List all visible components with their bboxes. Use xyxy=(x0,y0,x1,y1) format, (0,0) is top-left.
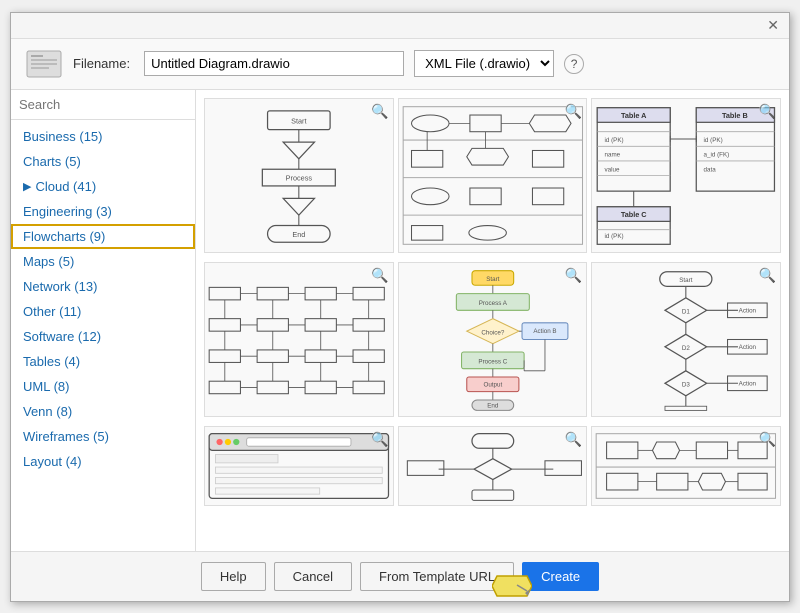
svg-text:value: value xyxy=(605,166,620,173)
sidebar-item-software[interactable]: Software (12) xyxy=(11,324,195,349)
magnify-icon-2: 🔍 xyxy=(565,103,582,120)
magnify-icon-7: 🔍 xyxy=(371,431,388,448)
sidebar-item-layout[interactable]: Layout (4) xyxy=(11,449,195,474)
svg-text:Process A: Process A xyxy=(478,300,507,307)
create-button[interactable]: Create xyxy=(522,562,599,591)
sidebar-item-business[interactable]: Business (15) xyxy=(11,124,195,149)
template-thumb-5[interactable]: 🔍 Start Process A Choice? xyxy=(398,262,588,417)
filename-label: Filename: xyxy=(73,56,130,71)
template-thumb-9[interactable]: 🔍 xyxy=(591,426,781,506)
body: 🔍 Business (15) Charts (5) ▶ Cloud (41) … xyxy=(11,90,789,551)
svg-text:D1: D1 xyxy=(682,308,691,315)
magnify-icon-5: 🔍 xyxy=(565,267,582,284)
svg-text:Choice?: Choice? xyxy=(481,329,504,336)
sidebar-item-cloud[interactable]: ▶ Cloud (41) xyxy=(11,174,195,199)
svg-text:id (PK): id (PK) xyxy=(704,137,723,144)
header: Filename: XML File (.drawio) ? xyxy=(11,39,789,90)
help-icon-button[interactable]: ? xyxy=(564,54,584,74)
template-thumb-8[interactable]: 🔍 xyxy=(398,426,588,506)
template-thumb-2[interactable]: 🔍 xyxy=(398,98,588,253)
template-grid: 🔍 Start Process End 🔍 xyxy=(196,90,789,551)
search-input[interactable] xyxy=(19,97,195,112)
help-button[interactable]: Help xyxy=(201,562,266,591)
svg-text:Process C: Process C xyxy=(478,358,507,365)
sidebar-item-maps[interactable]: Maps (5) xyxy=(11,249,195,274)
magnify-icon-9: 🔍 xyxy=(759,431,776,448)
magnify-icon-3: 🔍 xyxy=(759,103,776,120)
dialog: ✕ Filename: XML File (.drawio) ? 🔍 Busin… xyxy=(10,12,790,602)
svg-text:id (PK): id (PK) xyxy=(605,137,624,144)
svg-text:End: End xyxy=(487,402,499,409)
svg-text:Output: Output xyxy=(483,381,502,388)
sidebar-item-engineering[interactable]: Engineering (3) xyxy=(11,199,195,224)
filename-input[interactable] xyxy=(144,51,404,76)
close-button[interactable]: ✕ xyxy=(763,17,783,34)
svg-text:Process: Process xyxy=(286,173,313,182)
template-thumb-7[interactable]: 🔍 xyxy=(204,426,394,506)
svg-text:Start: Start xyxy=(291,116,306,125)
sidebar: 🔍 Business (15) Charts (5) ▶ Cloud (41) … xyxy=(11,90,196,551)
magnify-icon-1: 🔍 xyxy=(371,103,388,120)
magnify-icon-6: 🔍 xyxy=(759,267,776,284)
magnify-icon-8: 🔍 xyxy=(565,431,582,448)
svg-text:D2: D2 xyxy=(682,344,691,351)
sidebar-item-other[interactable]: Other (11) xyxy=(11,299,195,324)
magnify-icon-4: 🔍 xyxy=(371,267,388,284)
create-button-hint: Create xyxy=(522,562,599,591)
cloud-arrow-icon: ▶ xyxy=(23,180,31,193)
footer: Help Cancel From Template URL Create xyxy=(11,551,789,601)
svg-text:D3: D3 xyxy=(682,381,691,388)
svg-text:Action: Action xyxy=(739,307,757,314)
sidebar-item-wireframes[interactable]: Wireframes (5) xyxy=(11,424,195,449)
template-thumb-6[interactable]: 🔍 Start D1 Action D2 xyxy=(591,262,781,417)
svg-text:Table A: Table A xyxy=(621,111,647,120)
svg-text:a_id (FK): a_id (FK) xyxy=(704,151,730,158)
search-box: 🔍 xyxy=(11,90,195,120)
cancel-button[interactable]: Cancel xyxy=(274,562,352,591)
svg-text:Action B: Action B xyxy=(533,328,556,335)
category-list: Business (15) Charts (5) ▶ Cloud (41) En… xyxy=(11,120,195,478)
svg-text:End: End xyxy=(292,230,305,239)
svg-text:data: data xyxy=(704,166,717,173)
sidebar-item-network[interactable]: Network (13) xyxy=(11,274,195,299)
file-icon xyxy=(25,49,63,79)
format-select[interactable]: XML File (.drawio) xyxy=(414,50,554,77)
sidebar-item-uml[interactable]: UML (8) xyxy=(11,374,195,399)
sidebar-item-charts[interactable]: Charts (5) xyxy=(11,149,195,174)
sidebar-item-flowcharts[interactable]: Flowcharts (9) xyxy=(11,224,195,249)
title-bar: ✕ xyxy=(11,13,789,39)
svg-text:Action: Action xyxy=(739,380,757,387)
svg-text:Table B: Table B xyxy=(722,111,748,120)
sidebar-item-tables[interactable]: Tables (4) xyxy=(11,349,195,374)
svg-text:name: name xyxy=(605,151,621,158)
template-thumb-3[interactable]: 🔍 Table A id (PK) name value T xyxy=(591,98,781,253)
svg-text:Start: Start xyxy=(680,277,693,284)
template-thumb-4[interactable]: 🔍 xyxy=(204,262,394,417)
sidebar-item-venn[interactable]: Venn (8) xyxy=(11,399,195,424)
svg-text:Action: Action xyxy=(739,343,757,350)
svg-text:id (PK): id (PK) xyxy=(605,233,624,240)
svg-text:Start: Start xyxy=(486,276,499,283)
from-template-url-button[interactable]: From Template URL xyxy=(360,562,514,591)
template-thumb-1[interactable]: 🔍 Start Process End xyxy=(204,98,394,253)
svg-text:Table C: Table C xyxy=(621,210,647,219)
